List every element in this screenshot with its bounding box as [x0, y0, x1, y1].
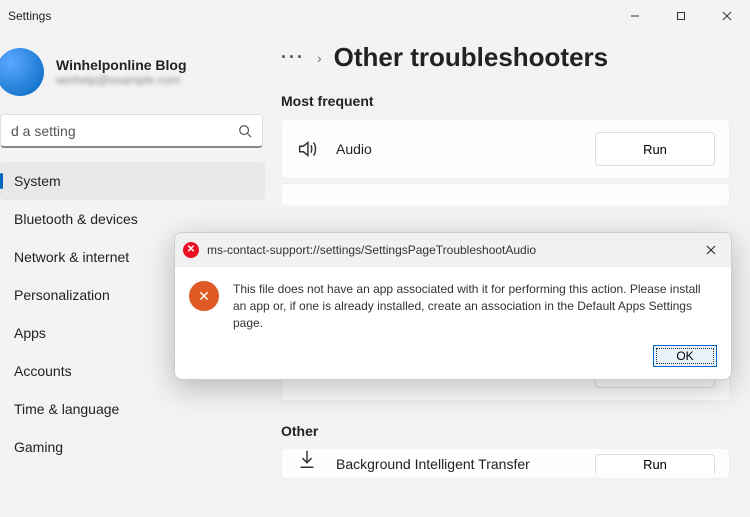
avatar — [0, 48, 44, 96]
troubleshooter-audio: Audio Run — [281, 119, 730, 179]
search-box[interactable] — [0, 114, 263, 148]
dialog-message: This file does not have an app associate… — [233, 281, 717, 331]
profile-email: winhelp@example.com — [56, 73, 187, 87]
other-list: Background Intelligent Transfer Run — [281, 449, 730, 479]
nav-label: Bluetooth & devices — [14, 211, 138, 227]
search-input[interactable] — [11, 123, 238, 139]
chevron-right-icon: › — [317, 50, 322, 66]
nav-label: Network & internet — [14, 249, 129, 265]
dialog-close-button[interactable] — [699, 238, 723, 262]
section-other-label: Other — [281, 423, 730, 439]
troubleshooter-hidden-1 — [281, 183, 730, 205]
error-badge-icon: ✕ — [183, 242, 199, 258]
dialog-title: ms-contact-support://settings/SettingsPa… — [207, 243, 691, 257]
run-button[interactable]: Run — [595, 132, 715, 166]
nav-label: Apps — [14, 325, 46, 341]
troubleshooter-bits: Background Intelligent Transfer Run — [281, 449, 730, 479]
nav-item-time[interactable]: Time & language — [0, 390, 265, 428]
profile-name: Winhelponline Blog — [56, 57, 187, 73]
nav-item-system[interactable]: System — [0, 162, 265, 200]
window-titlebar: Settings — [0, 0, 750, 32]
section-frequent-label: Most frequent — [281, 93, 730, 109]
tile-label: Background Intelligent Transfer — [336, 456, 595, 472]
error-dialog: ✕ ms-contact-support://settings/Settings… — [174, 232, 732, 380]
breadcrumb-more[interactable]: ··· — [281, 47, 305, 68]
breadcrumb: ··· › Other troubleshooters — [281, 42, 730, 73]
page-title: Other troubleshooters — [334, 42, 608, 73]
error-icon: ✕ — [189, 281, 219, 311]
nav-label: Time & language — [14, 401, 119, 417]
ok-button[interactable]: OK — [653, 345, 717, 367]
nav-label: System — [14, 173, 61, 189]
minimize-button[interactable] — [612, 0, 658, 32]
window-controls — [612, 0, 750, 32]
tile-label: Audio — [336, 141, 595, 157]
audio-icon — [296, 138, 318, 160]
search-icon — [238, 124, 252, 138]
nav-label: Gaming — [14, 439, 63, 455]
run-button[interactable]: Run — [595, 454, 715, 474]
download-icon — [296, 453, 318, 475]
nav-label: Accounts — [14, 363, 72, 379]
nav-item-gaming[interactable]: Gaming — [0, 428, 265, 466]
dialog-titlebar[interactable]: ✕ ms-contact-support://settings/Settings… — [175, 233, 731, 267]
maximize-button[interactable] — [658, 0, 704, 32]
profile-block[interactable]: Winhelponline Blog winhelp@example.com — [0, 42, 275, 114]
window-title: Settings — [8, 9, 51, 23]
nav-label: Personalization — [14, 287, 110, 303]
close-button[interactable] — [704, 0, 750, 32]
